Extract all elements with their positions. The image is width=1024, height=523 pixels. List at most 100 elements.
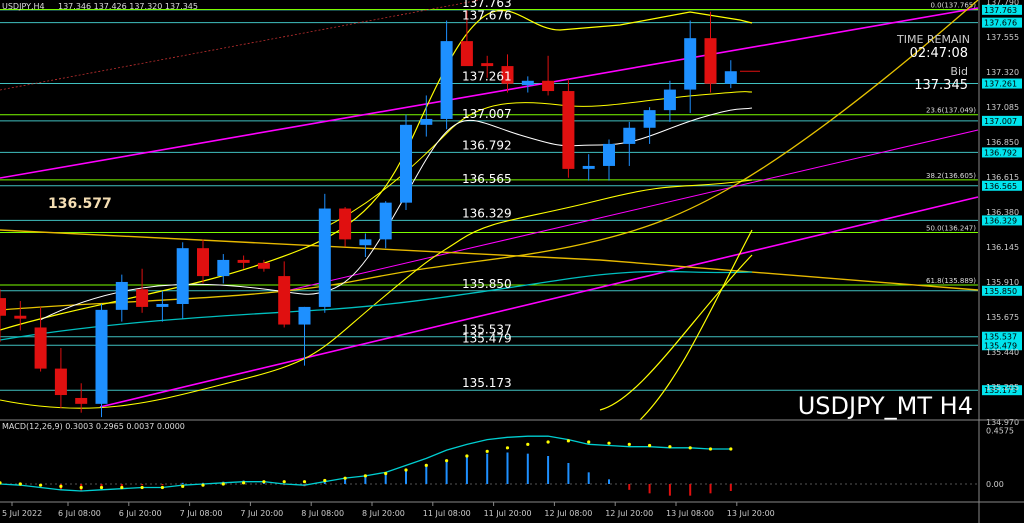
candle-body-35 (704, 38, 717, 84)
left-price-label: 136.577 (48, 196, 112, 212)
fib-label-2: 38.2(136.605) (926, 172, 976, 180)
macd-signal-dot-10 (201, 483, 205, 487)
candle-body-0 (0, 298, 6, 316)
bid-value: 137.345 (914, 78, 968, 93)
macd-signal-dot-4 (79, 485, 83, 490)
candle-body-31 (623, 127, 636, 144)
candle-body-30 (603, 143, 615, 166)
time-tick-12: 13 Jul 20:00 (727, 509, 775, 518)
chart-watermark: USDJPY_MT H4 (798, 392, 973, 420)
candle-body-24 (481, 63, 494, 67)
candle-body-26 (521, 80, 534, 86)
candle-body-20 (400, 124, 412, 203)
candle-body-36 (724, 71, 737, 84)
trading-chart[interactable]: 0.0(137.765) 23.6(137.049) 38.2(136.605) 50… (0, 0, 1024, 523)
candle-body-2 (34, 327, 47, 369)
price-tick-9: 135.675 (986, 313, 1019, 322)
time-tick-1: 6 Jul 08:00 (58, 509, 101, 518)
macd-signal-dot-11 (221, 482, 225, 486)
price-tick-4: 136.850 (986, 138, 1019, 147)
time-tick-0: 5 Jul 2022 (2, 509, 42, 518)
macd-signal-dot-1 (18, 482, 22, 486)
macd-signal-dot-24 (485, 449, 489, 453)
candle-body-10 (197, 248, 209, 277)
macd-signal-dot-7 (140, 485, 144, 490)
time-tick-2: 6 Jul 20:00 (119, 509, 162, 518)
macd-signal-dot-8 (160, 485, 164, 490)
level-value-3: 137.007 (462, 107, 512, 121)
time-tick-10: 12 Jul 20:00 (605, 509, 653, 518)
level-tag-4: 136.792 (984, 148, 1017, 157)
candle-body-33 (663, 89, 676, 111)
macd-signal-dot-22 (445, 459, 449, 463)
macd-signal-dot-12 (242, 481, 246, 485)
macd-signal-dot-25 (505, 446, 510, 450)
price-tick-11: 135.205 (986, 383, 1019, 392)
price-tick-5: 136.615 (986, 173, 1019, 182)
time-tick-4: 7 Jul 20:00 (240, 509, 283, 518)
macd-signal-dot-31 (627, 442, 631, 446)
candle-body-12 (237, 259, 250, 263)
macd-signal-dot-5 (99, 485, 104, 490)
level-value-2: 137.261 (462, 70, 512, 84)
level-tag-2: 137.261 (984, 80, 1017, 89)
time-tick-5: 8 Jul 08:00 (301, 509, 344, 518)
time-tick-7: 11 Jul 08:00 (423, 509, 471, 518)
time-remain-value: 02:47:08 (910, 46, 968, 61)
macd-signal-dot-28 (566, 439, 571, 443)
candle-body-22 (440, 41, 453, 119)
level-value-4: 136.792 (462, 138, 512, 152)
fib-label-0: 0.0(137.765) (930, 2, 976, 10)
candle-body-4 (75, 397, 88, 404)
candle-body-3 (54, 368, 67, 396)
candle-body-9 (176, 248, 189, 304)
price-tick-10: 135.440 (986, 348, 1019, 357)
candle-body-17 (339, 208, 352, 240)
macd-signal-dot-35 (708, 447, 713, 451)
macd-signal-dot-29 (587, 440, 591, 444)
time-remain-label: TIME REMAIN (896, 33, 970, 46)
time-tick-8: 11 Jul 20:00 (484, 509, 532, 518)
price-tick-3: 137.085 (986, 103, 1019, 112)
level-value-6: 136.329 (462, 206, 512, 220)
macd-signal-dot-20 (404, 468, 408, 472)
candle-body-14 (278, 276, 291, 325)
time-tick-3: 7 Jul 08:00 (180, 509, 223, 518)
price-tick-0: 137.790 (986, 0, 1019, 7)
level-value-1: 137.676 (462, 9, 512, 23)
macd-signal-dot-3 (59, 484, 63, 488)
bid-label: Bid (950, 65, 968, 78)
time-tick-6: 8 Jul 20:00 (362, 509, 405, 518)
macd-tick-1: 0.00 (986, 480, 1004, 489)
macd-signal-dot-32 (648, 443, 652, 448)
price-tick-8: 135.910 (986, 278, 1019, 287)
candle-body-23 (460, 41, 473, 67)
level-value-5: 136.565 (462, 172, 512, 186)
macd-signal-dot-19 (384, 471, 388, 476)
macd-signal-dot-36 (729, 447, 733, 451)
macd-signal-dot-26 (526, 442, 530, 446)
fib-label-4: 61.8(135.889) (926, 277, 976, 285)
macd-signal-dot-21 (424, 463, 428, 467)
macd-signal-dot-6 (120, 485, 124, 490)
macd-signal-dot-15 (302, 480, 307, 484)
price-tick-1: 137.555 (986, 33, 1019, 42)
candle-body-8 (156, 303, 169, 307)
time-tick-11: 13 Jul 08:00 (666, 509, 714, 518)
macd-signal-dot-27 (546, 440, 550, 444)
level-tag-5: 136.565 (984, 182, 1017, 191)
candle-body-13 (257, 262, 270, 269)
candle-body-21 (420, 118, 433, 125)
macd-tick-0: 0.4575 (986, 427, 1014, 436)
price-tick-6: 136.380 (986, 208, 1019, 217)
candle-body-11 (217, 259, 230, 277)
macd-signal-dot-33 (668, 445, 672, 449)
macd-signal-dot-17 (343, 476, 347, 480)
candle-body-27 (542, 80, 555, 92)
macd-signal-dot-13 (262, 480, 266, 484)
price-tick-2: 137.320 (986, 68, 1019, 77)
macd-signal-dot-34 (688, 446, 692, 450)
ohlc-values: 137.346 137.426 137.320 137.345 (58, 2, 198, 11)
level-value-7: 135.850 (462, 277, 512, 291)
macd-signal-dot-18 (363, 474, 367, 478)
